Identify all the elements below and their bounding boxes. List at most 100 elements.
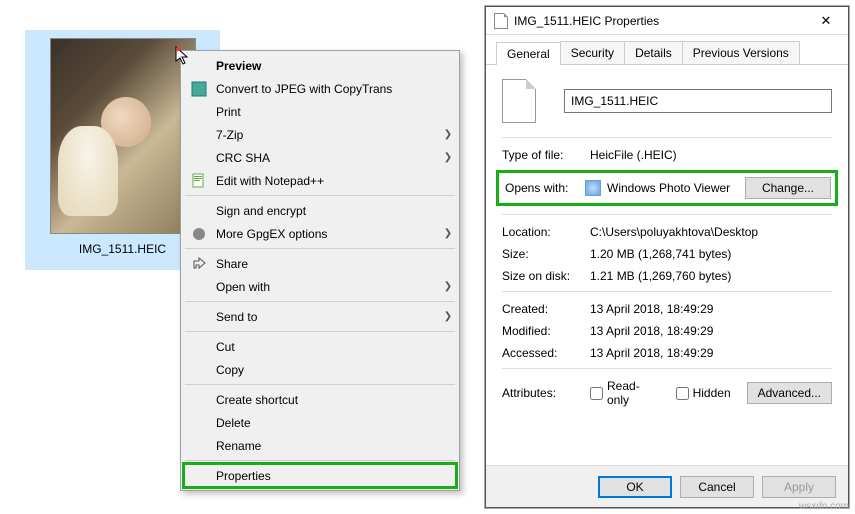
size-on-disk-value: 1.21 MB (1,269,760 bytes) — [590, 269, 832, 283]
thumbnail-image — [50, 38, 196, 234]
watermark: wsxdn.com — [799, 501, 849, 512]
menu-label: Open with — [216, 280, 440, 294]
menu-gpgex[interactable]: More GpgEX options❯ — [184, 222, 456, 245]
menu-crc-sha[interactable]: CRC SHA❯ — [184, 146, 456, 169]
copytrans-icon — [190, 80, 208, 98]
file-type-icon — [502, 79, 536, 123]
hidden-checkbox[interactable]: Hidden — [676, 386, 731, 400]
menu-notepadpp[interactable]: Edit with Notepad++ — [184, 169, 456, 192]
chevron-right-icon: ❯ — [440, 281, 456, 292]
menu-rename[interactable]: Rename — [184, 434, 456, 457]
menu-separator — [185, 301, 455, 302]
photo-viewer-icon — [585, 180, 601, 196]
menu-delete[interactable]: Delete — [184, 411, 456, 434]
gpgex-icon — [190, 225, 208, 243]
readonly-checkbox[interactable]: Read-only — [590, 379, 660, 407]
location-label: Location: — [502, 225, 590, 239]
properties-dialog: IMG_1511.HEIC Properties ✕ General Secur… — [485, 6, 849, 508]
opens-with-label: Opens with: — [503, 181, 585, 195]
size-on-disk-label: Size on disk: — [502, 269, 590, 283]
notepadpp-icon — [190, 172, 208, 190]
separator — [502, 291, 832, 292]
share-icon — [190, 255, 208, 273]
menu-sign-encrypt[interactable]: Sign and encrypt — [184, 199, 456, 222]
chevron-right-icon: ❯ — [440, 228, 456, 239]
cancel-button[interactable]: Cancel — [680, 476, 754, 498]
menu-properties[interactable]: Properties — [184, 464, 456, 487]
dialog-button-row: OK Cancel Apply — [486, 465, 848, 507]
menu-separator — [185, 331, 455, 332]
size-value: 1.20 MB (1,268,741 bytes) — [590, 247, 832, 261]
location-value: C:\Users\poluyakhtova\Desktop — [590, 225, 832, 239]
menu-open-with[interactable]: Open with❯ — [184, 275, 456, 298]
menu-separator — [185, 248, 455, 249]
close-button[interactable]: ✕ — [804, 7, 848, 35]
menu-label: Print — [216, 105, 456, 119]
menu-label: Cut — [216, 340, 456, 354]
opens-with-value: Windows Photo Viewer — [607, 181, 745, 195]
menu-convert-jpeg[interactable]: Convert to JPEG with CopyTrans — [184, 77, 456, 100]
apply-button[interactable]: Apply — [762, 476, 836, 498]
menu-cut[interactable]: Cut — [184, 335, 456, 358]
separator — [502, 368, 832, 369]
menu-label: Create shortcut — [216, 393, 456, 407]
chevron-right-icon: ❯ — [440, 152, 456, 163]
menu-separator — [185, 460, 455, 461]
chevron-right-icon: ❯ — [440, 129, 456, 140]
menu-7zip[interactable]: 7-Zip❯ — [184, 123, 456, 146]
created-value: 13 April 2018, 18:49:29 — [590, 302, 832, 316]
filename-input[interactable] — [564, 89, 832, 113]
menu-label: Rename — [216, 439, 456, 453]
menu-label: Convert to JPEG with CopyTrans — [216, 82, 456, 96]
modified-value: 13 April 2018, 18:49:29 — [590, 324, 832, 338]
menu-copy[interactable]: Copy — [184, 358, 456, 381]
type-of-file-label: Type of file: — [502, 148, 590, 162]
change-button[interactable]: Change... — [745, 177, 831, 199]
menu-label: More GpgEX options — [216, 227, 440, 241]
menu-send-to[interactable]: Send to❯ — [184, 305, 456, 328]
menu-print[interactable]: Print — [184, 100, 456, 123]
advanced-button[interactable]: Advanced... — [747, 382, 832, 404]
separator — [502, 137, 832, 138]
chevron-right-icon: ❯ — [440, 311, 456, 322]
tab-previous-versions[interactable]: Previous Versions — [682, 41, 800, 64]
modified-label: Modified: — [502, 324, 590, 338]
accessed-value: 13 April 2018, 18:49:29 — [590, 346, 832, 360]
accessed-label: Accessed: — [502, 346, 590, 360]
menu-label: Properties — [216, 469, 456, 483]
context-menu: Preview Convert to JPEG with CopyTrans P… — [180, 50, 460, 491]
hidden-label: Hidden — [693, 386, 731, 400]
dialog-titlebar[interactable]: IMG_1511.HEIC Properties ✕ — [486, 7, 848, 35]
dialog-body: Type of file:HeicFile (.HEIC) Opens with… — [486, 65, 848, 465]
readonly-label: Read-only — [607, 379, 660, 407]
file-name-label: IMG_1511.HEIC — [79, 242, 166, 256]
menu-label: 7-Zip — [216, 128, 440, 142]
menu-preview[interactable]: Preview — [184, 54, 456, 77]
separator — [502, 214, 832, 215]
menu-label: Edit with Notepad++ — [216, 174, 456, 188]
created-label: Created: — [502, 302, 590, 316]
menu-create-shortcut[interactable]: Create shortcut — [184, 388, 456, 411]
dialog-title: IMG_1511.HEIC Properties — [514, 14, 804, 28]
type-of-file-value: HeicFile (.HEIC) — [590, 148, 832, 162]
file-icon — [494, 13, 508, 29]
size-label: Size: — [502, 247, 590, 261]
menu-label: Preview — [216, 59, 456, 73]
menu-separator — [185, 384, 455, 385]
menu-label: Delete — [216, 416, 456, 430]
opens-with-row: Opens with: Windows Photo Viewer Change.… — [496, 170, 838, 206]
menu-label: CRC SHA — [216, 151, 440, 165]
menu-label: Share — [216, 257, 456, 271]
menu-label: Copy — [216, 363, 456, 377]
menu-label: Sign and encrypt — [216, 204, 456, 218]
desktop-area: IMG_1511.HEIC Preview Convert to JPEG wi… — [0, 0, 480, 514]
menu-separator — [185, 195, 455, 196]
menu-share[interactable]: Share — [184, 252, 456, 275]
tab-strip: General Security Details Previous Versio… — [486, 35, 848, 65]
menu-label: Send to — [216, 310, 440, 324]
tab-security[interactable]: Security — [560, 41, 625, 64]
tab-general[interactable]: General — [496, 42, 561, 65]
ok-button[interactable]: OK — [598, 476, 672, 498]
attributes-label: Attributes: — [502, 386, 590, 400]
tab-details[interactable]: Details — [624, 41, 683, 64]
